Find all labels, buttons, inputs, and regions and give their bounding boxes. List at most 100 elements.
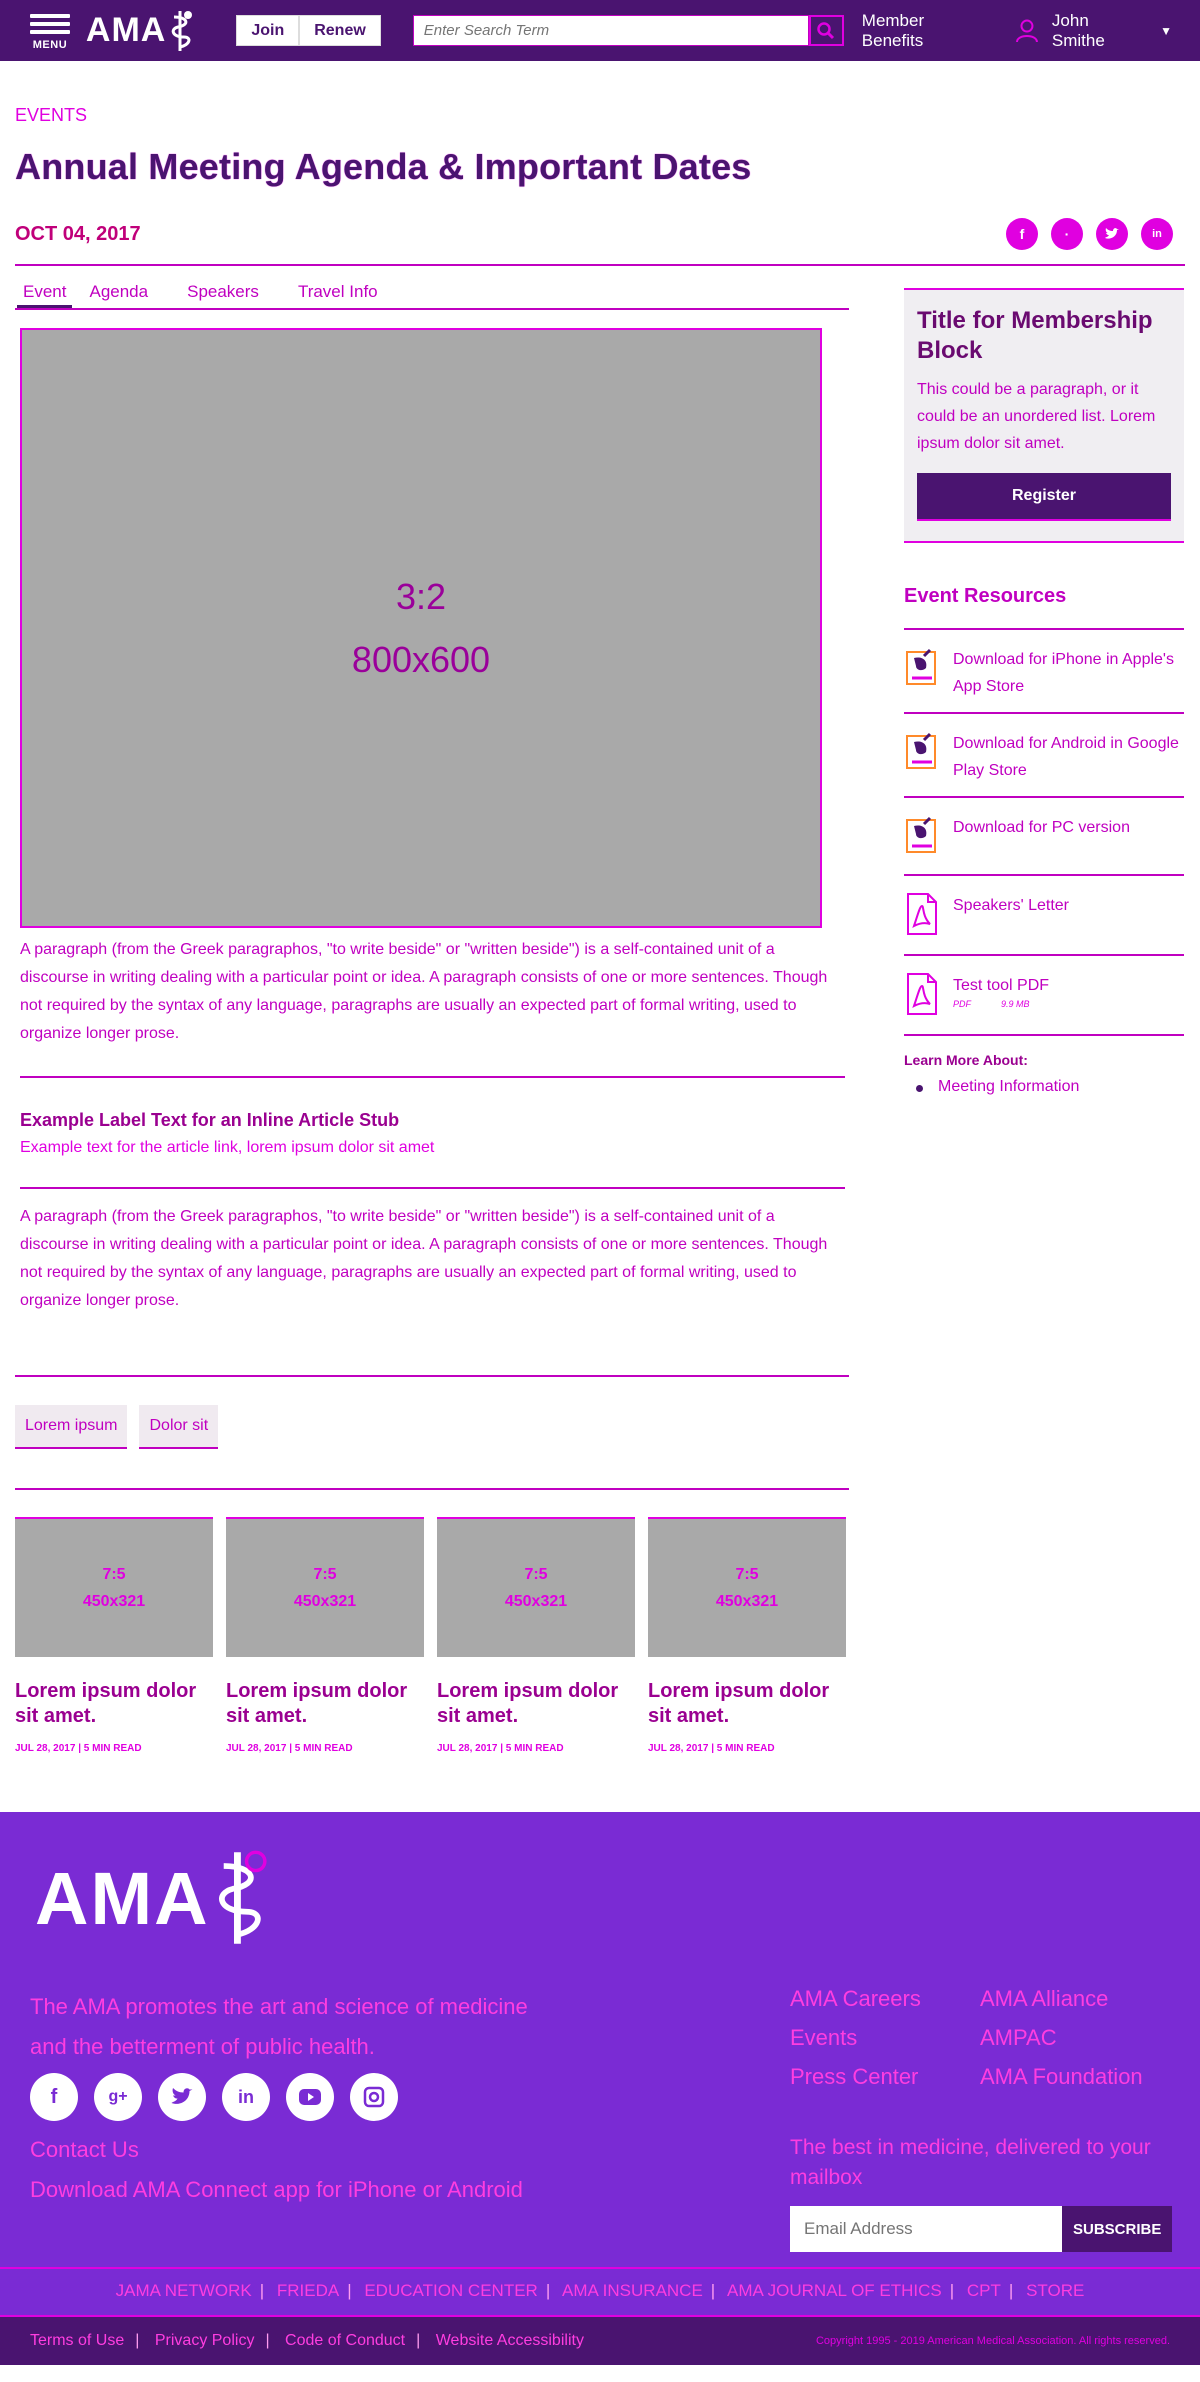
card-image-ratio: 7:5 (102, 1565, 126, 1583)
article-card[interactable]: 7:5 450x321 Lorem ipsum dolor sit amet. J… (15, 1517, 213, 1754)
network-link[interactable]: STORE (1026, 2281, 1084, 2300)
user-name: John Smithe (1051, 10, 1105, 50)
subscribe-button[interactable]: SUBSCRIBE (1062, 2206, 1173, 2252)
google-plus-icon[interactable]: g+ (94, 2073, 142, 2121)
legal-links: Terms of Use | Privacy Policy | Code of Co… (30, 2332, 584, 2350)
accessibility-link[interactable]: Website Accessibility (436, 2332, 584, 2349)
section-eyebrow-link[interactable]: EVENTS (15, 105, 1185, 126)
hamburger-icon (29, 10, 70, 38)
article-card[interactable]: 7:5 450x321 Lorem ipsum dolor sit amet. J… (226, 1517, 424, 1754)
linkedin-share-icon[interactable]: in (1141, 218, 1173, 250)
renew-button[interactable]: Renew (299, 15, 381, 46)
card-image-ratio: 7:5 (735, 1565, 759, 1583)
resource-speakers-letter[interactable]: Speakers' Letter (904, 876, 1184, 956)
resource-android-download[interactable]: Download for Android in Google Play Stor… (904, 714, 1184, 798)
event-tabs: Event Agenda Speakers Travel Info (15, 278, 849, 310)
tab-event[interactable]: Event (17, 278, 73, 308)
resource-pc-download[interactable]: Download for PC version (904, 798, 1184, 876)
linkedin-icon[interactable]: in (222, 2073, 270, 2121)
privacy-link[interactable]: Privacy Policy (155, 2332, 255, 2349)
card-image-size: 450x321 (504, 1593, 568, 1610)
instagram-icon[interactable] (350, 2073, 398, 2121)
footer-link[interactable]: AMA Alliance (980, 1982, 1180, 2015)
stub-text: Example text for the article link, lorem… (20, 1139, 435, 1156)
network-link[interactable]: CPT (967, 2281, 1001, 2300)
footer-logo[interactable]: AMA (35, 1844, 274, 1952)
resource-label: Download for Android in Google Play Stor… (953, 735, 1179, 779)
google-plus-share-icon[interactable]: · (1051, 218, 1083, 250)
resource-test-tool-pdf[interactable]: Test tool PDF PDF 9.9 MB (904, 956, 1184, 1036)
search-bar (412, 15, 844, 46)
article-card[interactable]: 7:5 450x321 Lorem ipsum dolor sit amet. J… (437, 1517, 635, 1754)
footer-links: AMA Careers AMA Alliance Events AMPAC Pr… (790, 1982, 1180, 2093)
hero-image-placeholder: 3:2 800x600 (20, 328, 822, 928)
app-download-link[interactable]: Download AMA Connect app for iPhone or A… (30, 2170, 523, 2210)
tab-travel-info[interactable]: Travel Info (296, 278, 380, 308)
member-benefits-link[interactable]: Member Benefits (862, 11, 990, 51)
learn-more-heading: Learn More About: (904, 1052, 1028, 1068)
twitter-share-icon[interactable] (1096, 218, 1128, 250)
facebook-share-icon[interactable]: f (1006, 218, 1038, 250)
tag-item[interactable]: Dolor sit (139, 1405, 219, 1449)
twitter-icon[interactable] (158, 2073, 206, 2121)
search-button[interactable] (808, 15, 844, 46)
ama-logo[interactable]: AMA (86, 9, 196, 53)
tab-speakers[interactable]: Speakers (185, 278, 261, 308)
user-menu[interactable]: John Smithe ▼ (1015, 10, 1172, 51)
article-card[interactable]: 7:5 450x321 Lorem ipsum dolor sit amet. J… (648, 1517, 846, 1754)
hero-size: 800x600 (351, 639, 491, 680)
youtube-icon[interactable] (286, 2073, 334, 2121)
separator: | (259, 2281, 265, 2300)
card-title: Lorem ipsum dolor sit amet. (226, 1680, 408, 1727)
network-link[interactable]: JAMA NETWORK (116, 2281, 252, 2300)
card-image-placeholder: 7:5 450x321 (15, 1517, 213, 1657)
network-link[interactable]: FRIEDA (277, 2281, 339, 2300)
terms-link[interactable]: Terms of Use (30, 2332, 124, 2349)
tag-item[interactable]: Lorem ipsum (15, 1405, 128, 1449)
resource-label: Test tool PDF (953, 977, 1050, 994)
tab-agenda[interactable]: Agenda (87, 278, 150, 308)
newsletter-form: SUBSCRIBE (790, 2206, 1173, 2252)
register-button[interactable]: Register (917, 473, 1171, 521)
card-image-ratio: 7:5 (313, 1565, 337, 1583)
tag-list: Lorem ipsum Dolor sit (15, 1405, 849, 1449)
card-title: Lorem ipsum dolor sit amet. (648, 1680, 830, 1727)
separator: | (265, 2332, 270, 2349)
file-size: 9.9 MB (1001, 999, 1030, 1009)
network-links: JAMA NETWORK | FRIEDA | EDUCATION CENTER | … (0, 2267, 1200, 2301)
card-image-ratio: 7:5 (524, 1565, 548, 1583)
contact-us-link[interactable]: Contact Us (30, 2130, 523, 2170)
footer-link[interactable]: AMA Foundation (980, 2060, 1180, 2093)
staff-of-aesculapius-icon (218, 1850, 267, 1944)
network-link[interactable]: AMA JOURNAL OF ETHICS (727, 2281, 942, 2300)
menu-label: MENU (32, 39, 68, 51)
conduct-link[interactable]: Code of Conduct (285, 2332, 405, 2349)
facebook-icon[interactable]: f (30, 2073, 78, 2121)
footer-link[interactable]: AMA Careers (790, 1982, 980, 2015)
card-meta: JUL 28, 2017 | 5 MIN READ (437, 1743, 564, 1754)
app-download-icon (906, 732, 936, 769)
divider (15, 1375, 849, 1377)
card-meta: JUL 28, 2017 | 5 MIN READ (226, 1743, 353, 1754)
footer-logo-text: AMA (35, 1856, 210, 1940)
resource-iphone-download[interactable]: Download for iPhone in Apple's App Store (904, 630, 1184, 714)
search-icon (817, 21, 835, 39)
menu-button[interactable]: MENU (28, 10, 72, 51)
divider (15, 1488, 849, 1490)
inline-article-stub[interactable]: Example Label Text for an Inline Article… (20, 1110, 849, 1157)
search-input[interactable] (412, 15, 809, 46)
footer-link[interactable]: AMPAC (980, 2021, 1180, 2054)
card-image-placeholder: 7:5 450x321 (226, 1517, 424, 1657)
email-field[interactable] (790, 2206, 1062, 2252)
network-link[interactable]: AMA INSURANCE (562, 2281, 703, 2300)
logo-text: AMA (85, 11, 167, 49)
hero-ratio: 3:2 (395, 576, 447, 617)
app-download-icon (906, 648, 936, 685)
join-button[interactable]: Join (236, 15, 300, 46)
footer-link[interactable]: Press Center (790, 2060, 980, 2093)
card-title: Lorem ipsum dolor sit amet. (15, 1680, 197, 1727)
learn-more-link[interactable]: Meeting Information (916, 1078, 1184, 1096)
footer-link[interactable]: Events (790, 2021, 980, 2054)
network-link[interactable]: EDUCATION CENTER (364, 2281, 537, 2300)
event-date: OCT 04, 2017 (15, 222, 141, 245)
